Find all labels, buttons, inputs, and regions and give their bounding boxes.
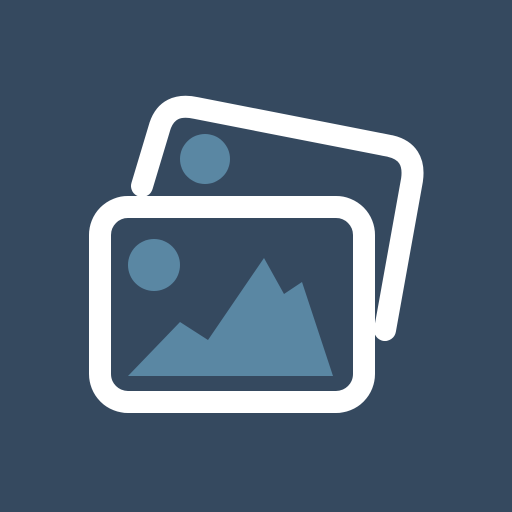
back-photo-sun-icon xyxy=(180,134,230,184)
front-photo xyxy=(89,196,375,413)
photo-gallery-icon xyxy=(89,95,424,413)
app-icon-canvas xyxy=(0,0,512,512)
front-photo-sun-icon xyxy=(128,239,180,291)
